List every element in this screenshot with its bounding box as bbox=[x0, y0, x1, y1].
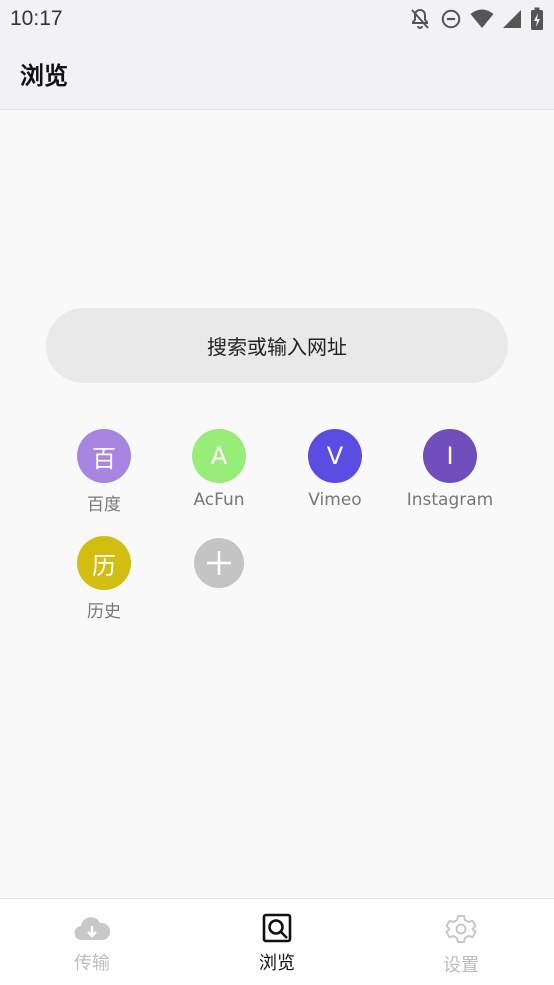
search-placeholder: 搜索或输入网址 bbox=[207, 335, 347, 359]
plus-icon bbox=[194, 538, 244, 588]
browse-icon bbox=[262, 913, 292, 947]
notifications-off-icon bbox=[408, 7, 432, 31]
nav-item-transfer[interactable]: 传输 bbox=[32, 913, 152, 975]
site-icon: V bbox=[308, 429, 362, 483]
status-bar: 10:17 bbox=[0, 0, 554, 38]
site-label: Vimeo bbox=[308, 490, 362, 510]
browse-content: 搜索或输入网址 百 百度 A AcFun V Vimeo I Instagram… bbox=[0, 111, 554, 898]
nav-label: 传输 bbox=[74, 953, 110, 974]
do-not-disturb-icon bbox=[440, 8, 462, 30]
site-shortcut-baidu[interactable]: 百 百度 bbox=[46, 429, 162, 515]
wifi-icon bbox=[470, 8, 494, 30]
nav-label: 浏览 bbox=[259, 953, 295, 974]
site-label: Instagram bbox=[406, 490, 494, 510]
search-input[interactable]: 搜索或输入网址 bbox=[46, 308, 508, 383]
cellular-signal-icon bbox=[502, 9, 522, 29]
battery-charging-icon bbox=[530, 7, 544, 31]
site-shortcut-acfun[interactable]: A AcFun bbox=[161, 429, 277, 510]
nav-item-settings[interactable]: 设置 bbox=[401, 913, 521, 977]
site-icon: 百 bbox=[77, 429, 131, 483]
site-shortcut-vimeo[interactable]: V Vimeo bbox=[277, 429, 393, 510]
site-label: AcFun bbox=[193, 490, 245, 510]
bottom-navigation: 传输 浏览 设置 bbox=[0, 898, 554, 985]
cloud-download-icon bbox=[73, 913, 111, 947]
nav-label: 设置 bbox=[443, 955, 479, 976]
nav-item-browse[interactable]: 浏览 bbox=[217, 913, 337, 975]
status-icons bbox=[408, 7, 544, 31]
gear-icon bbox=[445, 913, 477, 949]
site-icon: 历 bbox=[77, 536, 131, 590]
status-time: 10:17 bbox=[10, 7, 63, 30]
site-label: 百度 bbox=[87, 495, 121, 515]
add-site-button[interactable] bbox=[161, 536, 277, 588]
site-icon: A bbox=[192, 429, 246, 483]
site-icon: I bbox=[423, 429, 477, 483]
app-bar: 浏览 bbox=[0, 38, 554, 110]
site-shortcut-instagram[interactable]: I Instagram bbox=[392, 429, 508, 510]
site-label: 历史 bbox=[87, 602, 121, 622]
site-shortcut-history[interactable]: 历 历史 bbox=[46, 536, 162, 622]
page-title: 浏览 bbox=[20, 62, 68, 90]
